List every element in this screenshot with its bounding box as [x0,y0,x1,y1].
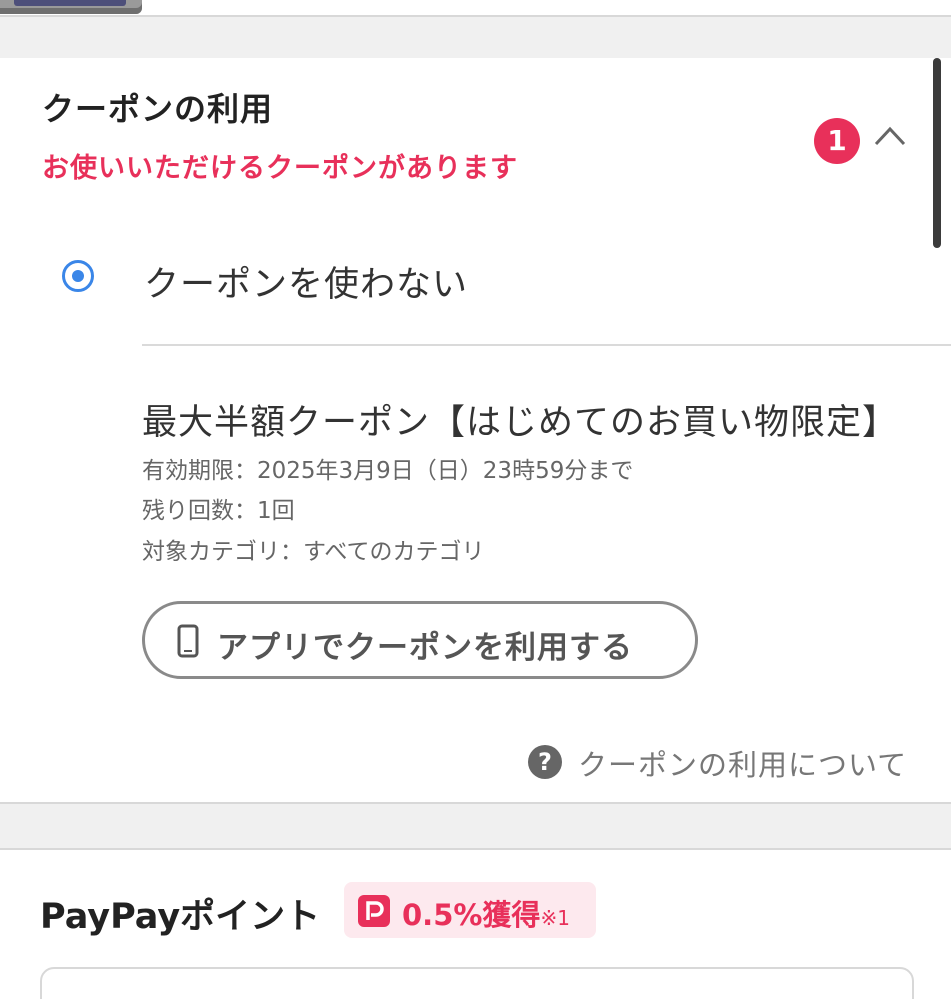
scrollbar[interactable] [933,58,941,248]
coupon-expiry: 有効期限：2025年3月9日（日）23時59分まで [142,458,634,484]
no-coupon-label: クーポンを使わない [144,265,469,305]
paypay-section-title: PayPayポイント [40,897,321,937]
coupon-available-notice: お使いいただけるクーポンがあります [42,153,518,184]
product-thumbnail [0,0,142,14]
use-coupon-in-app-button[interactable]: アプリでクーポンを利用する [142,601,698,679]
paypay-logo-icon [358,895,390,927]
use-coupon-in-app-label: アプリでクーポンを利用する [217,630,633,666]
paypay-points-box[interactable] [40,967,914,999]
chevron-up-icon[interactable] [872,118,908,154]
paypay-rate-text: 0.5%獲得※1 [402,892,570,934]
coupon-count-badge: 1 [814,118,860,164]
previous-item-card [0,0,951,17]
paypay-rate-note: ※1 [540,906,570,930]
coupon-remaining: 残り回数：1回 [142,498,295,524]
question-icon: ? [528,745,562,779]
divider [142,344,951,346]
page: クーポンの利用 お使いいただけるクーポンがあります 1 クーポンを使わない 最大… [0,0,951,999]
phone-icon [177,624,199,658]
paypay-rate-badge: 0.5%獲得※1 [344,882,596,938]
coupon-section: クーポンの利用 お使いいただけるクーポンがあります 1 クーポンを使わない 最大… [0,58,951,804]
paypay-rate-value: 0.5%獲得 [402,898,541,932]
paypay-section: PayPayポイント 0.5%獲得※1 [0,848,951,999]
coupon-section-title: クーポンの利用 [42,90,274,128]
radio-button-selected[interactable] [62,260,94,292]
coupon-help-label: クーポンの利用について [578,748,908,782]
no-coupon-option[interactable]: クーポンを使わない [0,238,951,348]
radio-dot [72,270,84,282]
coupon-name: 最大半額クーポン【はじめてのお買い物限定】 [142,403,899,443]
coupon-category: 対象カテゴリ：すべてのカテゴリ [142,539,485,565]
